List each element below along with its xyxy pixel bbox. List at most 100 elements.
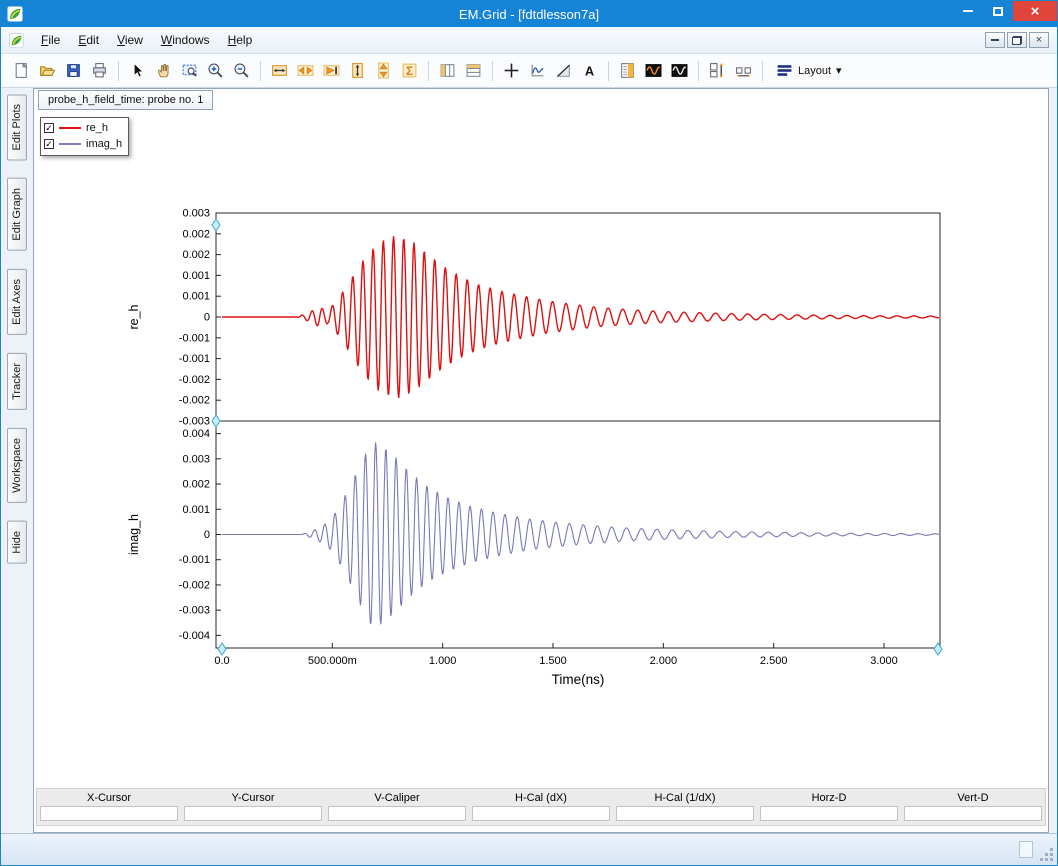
toolbar: Σ A Layout ▾ bbox=[1, 54, 1057, 88]
plot-tab[interactable]: probe_h_field_time: probe no. 1 bbox=[38, 90, 213, 110]
layout-label: Layout bbox=[798, 65, 831, 77]
mdi-restore-button[interactable] bbox=[1007, 32, 1027, 48]
report-page-icon bbox=[619, 62, 636, 79]
readout-label: Y-Cursor bbox=[181, 789, 325, 806]
print-button[interactable] bbox=[87, 58, 112, 83]
application-window: EM.Grid - [fdtdlesson7a] × FileEditViewW… bbox=[0, 0, 1058, 866]
readout-field[interactable] bbox=[328, 806, 466, 821]
waveform-light-button[interactable] bbox=[667, 58, 692, 83]
menu: FileEditViewWindowsHelp bbox=[32, 29, 261, 51]
new-document-button[interactable] bbox=[9, 58, 34, 83]
resize-grip-icon[interactable] bbox=[1039, 847, 1053, 861]
fit-horizontal-button[interactable] bbox=[267, 58, 292, 83]
zoom-in-button[interactable] bbox=[203, 58, 228, 83]
scroll-vertical-button[interactable] bbox=[371, 58, 396, 83]
title-bar[interactable]: EM.Grid - [fdtdlesson7a] × bbox=[1, 1, 1057, 27]
readout-field[interactable] bbox=[760, 806, 898, 821]
report-page-button[interactable] bbox=[615, 58, 640, 83]
menu-item[interactable]: Edit bbox=[69, 29, 108, 51]
menu-item[interactable]: Windows bbox=[152, 29, 219, 51]
status-bar bbox=[1, 833, 1057, 865]
svg-text:0.003: 0.003 bbox=[182, 208, 210, 220]
menu-item[interactable]: View bbox=[108, 29, 152, 51]
waveform-dark-icon bbox=[645, 62, 662, 79]
snap-right-button[interactable] bbox=[319, 58, 344, 83]
readout-bar: X-Cursor Y-Cursor V-Caliper H-Ca bbox=[36, 788, 1046, 826]
svg-text:2.500: 2.500 bbox=[760, 655, 788, 667]
svg-text:-0.002: -0.002 bbox=[179, 374, 210, 386]
row-view-button[interactable] bbox=[461, 58, 486, 83]
legend-line-sample bbox=[59, 143, 81, 145]
legend-checkbox[interactable]: ✓ bbox=[44, 123, 54, 133]
scroll-horizontal-button[interactable] bbox=[293, 58, 318, 83]
sidebar-button[interactable]: Edit Axes bbox=[7, 269, 27, 335]
svg-text:-0.003: -0.003 bbox=[179, 416, 210, 428]
toolbar-separator bbox=[260, 61, 261, 81]
readout-field[interactable] bbox=[184, 806, 322, 821]
svg-text:-0.002: -0.002 bbox=[179, 579, 210, 591]
mdi-minimize-button[interactable] bbox=[985, 32, 1005, 48]
legend-entry[interactable]: ✓re_h bbox=[44, 120, 122, 136]
sidebar-button[interactable]: Workspace bbox=[7, 428, 27, 503]
horizontal-marker-button[interactable] bbox=[731, 58, 756, 83]
legend[interactable]: ✓re_h✓imag_h bbox=[40, 117, 129, 156]
toolbar-separator bbox=[608, 61, 609, 81]
save-button[interactable] bbox=[61, 58, 86, 83]
column-view-icon bbox=[439, 62, 456, 79]
open-folder-button[interactable] bbox=[35, 58, 60, 83]
menu-item[interactable]: File bbox=[32, 29, 69, 51]
sidebar-button[interactable]: Edit Graph bbox=[7, 178, 27, 251]
sidebar-button[interactable]: Tracker bbox=[7, 353, 27, 410]
vertical-marker-button[interactable] bbox=[705, 58, 730, 83]
menu-item[interactable]: Help bbox=[219, 29, 262, 51]
waveform-dark-button[interactable] bbox=[641, 58, 666, 83]
legend-line-sample bbox=[59, 127, 81, 129]
svg-text:0.001: 0.001 bbox=[182, 291, 210, 303]
pan-hand-button[interactable] bbox=[151, 58, 176, 83]
mdi-restore-icon bbox=[1012, 36, 1022, 45]
sidebar-button[interactable]: Edit Plots bbox=[7, 94, 27, 160]
mdi-close-button[interactable]: × bbox=[1029, 32, 1049, 48]
readout-label: V-Caliper bbox=[325, 789, 469, 806]
legend-checkbox[interactable]: ✓ bbox=[44, 139, 54, 149]
document-icon bbox=[9, 32, 26, 48]
maximize-button[interactable] bbox=[983, 1, 1013, 21]
svg-text:-0.002: -0.002 bbox=[179, 395, 210, 407]
column-view-button[interactable] bbox=[435, 58, 460, 83]
save-icon bbox=[65, 62, 82, 79]
content-area: Edit Plots Edit Graph Edit Axes Tracker Work… bbox=[1, 88, 1057, 833]
legend-entry[interactable]: ✓imag_h bbox=[44, 136, 122, 152]
svg-text:0.0: 0.0 bbox=[214, 655, 229, 667]
mdi-window-controls: × bbox=[985, 32, 1049, 48]
sidebar-button[interactable]: Hide bbox=[7, 521, 27, 564]
plot-area[interactable]: 0.0030.0020.0020.0010.0010-0.001-0.001-0… bbox=[34, 89, 1048, 834]
horizontal-marker-icon bbox=[735, 62, 752, 79]
readout-label: H-Cal (dX) bbox=[469, 789, 613, 806]
scroll-horizontal-icon bbox=[297, 62, 314, 79]
fit-vertical-button[interactable] bbox=[345, 58, 370, 83]
select-cursor-button[interactable] bbox=[125, 58, 150, 83]
svg-text:0.002: 0.002 bbox=[182, 479, 210, 491]
svg-text:0.002: 0.002 bbox=[182, 249, 210, 261]
zoom-window-button[interactable] bbox=[177, 58, 202, 83]
fit-vertical-icon bbox=[349, 62, 366, 79]
toolbar-separator bbox=[428, 61, 429, 81]
layout-button[interactable]: Layout ▾ bbox=[769, 58, 849, 83]
curve-probe-button[interactable] bbox=[525, 58, 550, 83]
sum-sigma-button[interactable]: Σ bbox=[397, 58, 422, 83]
curve-probe-icon bbox=[529, 62, 546, 79]
close-button[interactable]: × bbox=[1013, 1, 1057, 21]
crosshair-button[interactable] bbox=[499, 58, 524, 83]
svg-text:-0.001: -0.001 bbox=[179, 554, 210, 566]
readout-field[interactable] bbox=[616, 806, 754, 821]
zoom-window-icon bbox=[181, 62, 198, 79]
readout-field[interactable] bbox=[904, 806, 1042, 821]
minimize-button[interactable] bbox=[953, 1, 983, 21]
text-label-button[interactable]: A bbox=[577, 58, 602, 83]
readout-field[interactable] bbox=[472, 806, 610, 821]
pan-hand-icon bbox=[155, 62, 172, 79]
slope-measure-button[interactable] bbox=[551, 58, 576, 83]
zoom-out-button[interactable] bbox=[229, 58, 254, 83]
svg-text:-0.004: -0.004 bbox=[179, 630, 210, 642]
readout-field[interactable] bbox=[40, 806, 178, 821]
